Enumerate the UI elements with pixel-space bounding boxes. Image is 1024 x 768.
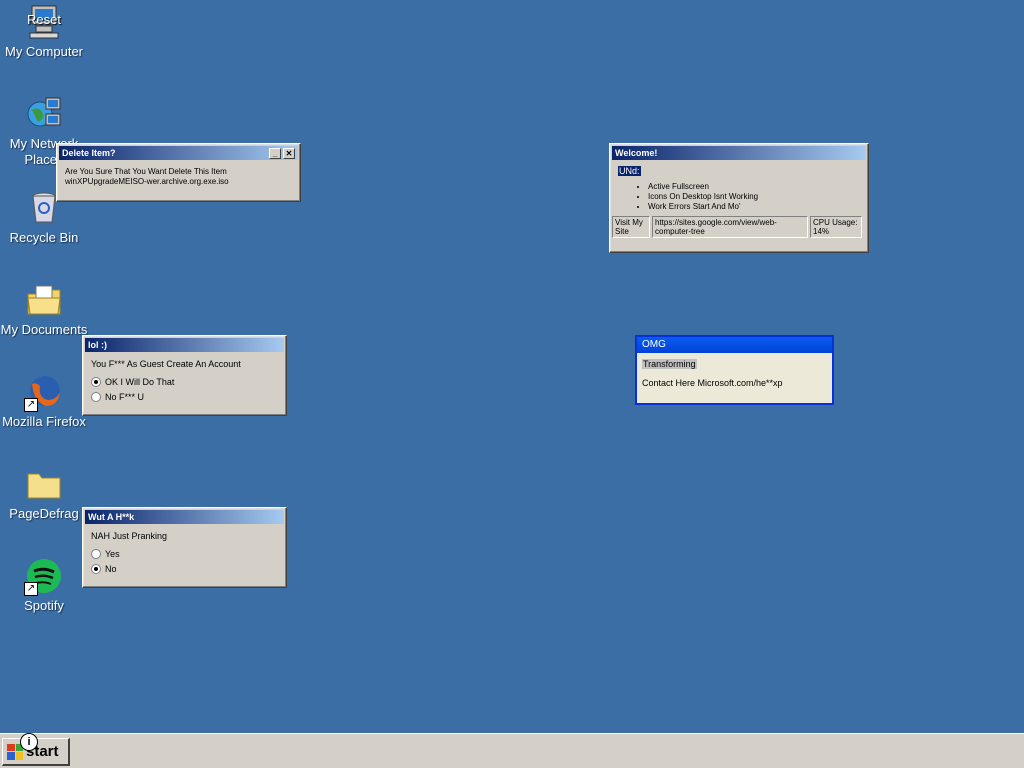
wut-dialog-message: NAH Just Pranking <box>91 531 168 541</box>
lol-dialog: lol :) You F*** As Guest Create An Accou… <box>82 335 287 416</box>
radio-unselected-icon[interactable] <box>91 392 101 402</box>
welcome-statusbar: Visit My Site https://sites.google.com/v… <box>612 216 866 238</box>
documents-folder-icon <box>24 280 64 320</box>
list-item: Active Fullscreen <box>648 182 860 192</box>
info-icon[interactable]: i <box>20 733 38 751</box>
delete-dialog-filename: winXPUpgradeMEISO-wer.archive.org.exe.is… <box>65 177 229 186</box>
list-item: Work Errors Start And Mo' <box>648 202 860 212</box>
desktop-icon-label: Recycle Bin <box>9 230 79 245</box>
wut-option-no-label: No <box>105 564 117 574</box>
lol-option-ok-label: OK I Will Do That <box>105 377 175 387</box>
lol-option-no[interactable]: No F*** U <box>91 392 278 402</box>
site-url-text[interactable]: https://sites.google.com/view/web-comput… <box>652 216 808 238</box>
welcome-heading: UNd: <box>618 166 641 176</box>
visit-site-link[interactable]: Visit My Site <box>612 216 650 238</box>
firefox-icon: ↗ <box>24 372 64 412</box>
desktop-icon-my-computer[interactable]: Reset My Computer <box>0 2 92 60</box>
folder-icon <box>24 464 64 504</box>
delete-dialog-title: Delete Item? <box>62 148 116 158</box>
computer-icon: Reset <box>24 2 64 42</box>
wut-dialog: Wut A H**k NAH Just Pranking Yes No <box>82 507 287 588</box>
omg-window-titlebar[interactable]: OMG <box>637 337 832 353</box>
delete-dialog-titlebar[interactable]: Delete Item? _ ✕ <box>59 146 298 160</box>
radio-unselected-icon[interactable] <box>91 549 101 559</box>
desktop-icon-label: My Documents <box>0 322 88 337</box>
welcome-window-title: Welcome! <box>615 148 658 158</box>
delete-dialog-message: Are You Sure That You Want Delete This I… <box>65 167 227 176</box>
welcome-window: Welcome! UNd: Active Fullscreen Icons On… <box>609 143 869 253</box>
desktop-icon-spotify[interactable]: ↗ Spotify <box>0 556 92 614</box>
desktop-icon-my-documents[interactable]: My Documents <box>0 280 92 338</box>
reset-overlay-text: Reset <box>27 12 61 27</box>
wut-dialog-titlebar[interactable]: Wut A H**k <box>85 510 284 524</box>
desktop-icon-label: Spotify <box>24 598 64 613</box>
lol-dialog-titlebar[interactable]: lol :) <box>85 338 284 352</box>
omg-window: OMG Transforming Contact Here Microsoft.… <box>635 335 834 405</box>
lol-dialog-title: lol :) <box>88 340 107 350</box>
desktop-icon-pagedefrag[interactable]: PageDefrag <box>0 464 92 522</box>
welcome-window-titlebar[interactable]: Welcome! <box>612 146 866 160</box>
list-item: Icons On Desktop Isnt Working <box>648 192 860 202</box>
radio-selected-icon[interactable] <box>91 564 101 574</box>
close-button[interactable]: ✕ <box>283 147 295 159</box>
welcome-feature-list: Active Fullscreen Icons On Desktop Isnt … <box>648 182 860 212</box>
omg-contact-text: Contact Here Microsoft.com/he**xp <box>642 378 783 388</box>
lol-option-no-label: No F*** U <box>105 392 145 402</box>
cpu-usage-text: CPU Usage: 14% <box>810 216 862 238</box>
wut-option-yes-label: Yes <box>105 549 120 559</box>
desktop-icon-label: My Computer <box>4 44 84 59</box>
wut-option-no[interactable]: No <box>91 564 278 574</box>
omg-status-text: Transforming <box>642 359 697 369</box>
shortcut-arrow-icon: ↗ <box>24 582 38 596</box>
minimize-button[interactable]: _ <box>269 147 281 159</box>
desktop-icon-label: Mozilla Firefox <box>2 414 86 429</box>
desktop-icon-mozilla-firefox[interactable]: ↗ Mozilla Firefox <box>0 372 92 430</box>
omg-window-title: OMG <box>642 339 666 350</box>
delete-item-dialog: Delete Item? _ ✕ Are You Sure That You W… <box>56 143 301 202</box>
lol-option-ok[interactable]: OK I Will Do That <box>91 377 278 387</box>
network-icon <box>24 94 64 134</box>
desktop-icon-label: PageDefrag <box>9 506 79 521</box>
wut-option-yes[interactable]: Yes <box>91 549 278 559</box>
shortcut-arrow-icon: ↗ <box>24 398 38 412</box>
radio-selected-icon[interactable] <box>91 377 101 387</box>
spotify-icon: ↗ <box>24 556 64 596</box>
taskbar: start <box>0 733 1024 768</box>
lol-dialog-message: You F*** As Guest Create An Account <box>91 359 241 369</box>
wut-dialog-title: Wut A H**k <box>88 512 135 522</box>
